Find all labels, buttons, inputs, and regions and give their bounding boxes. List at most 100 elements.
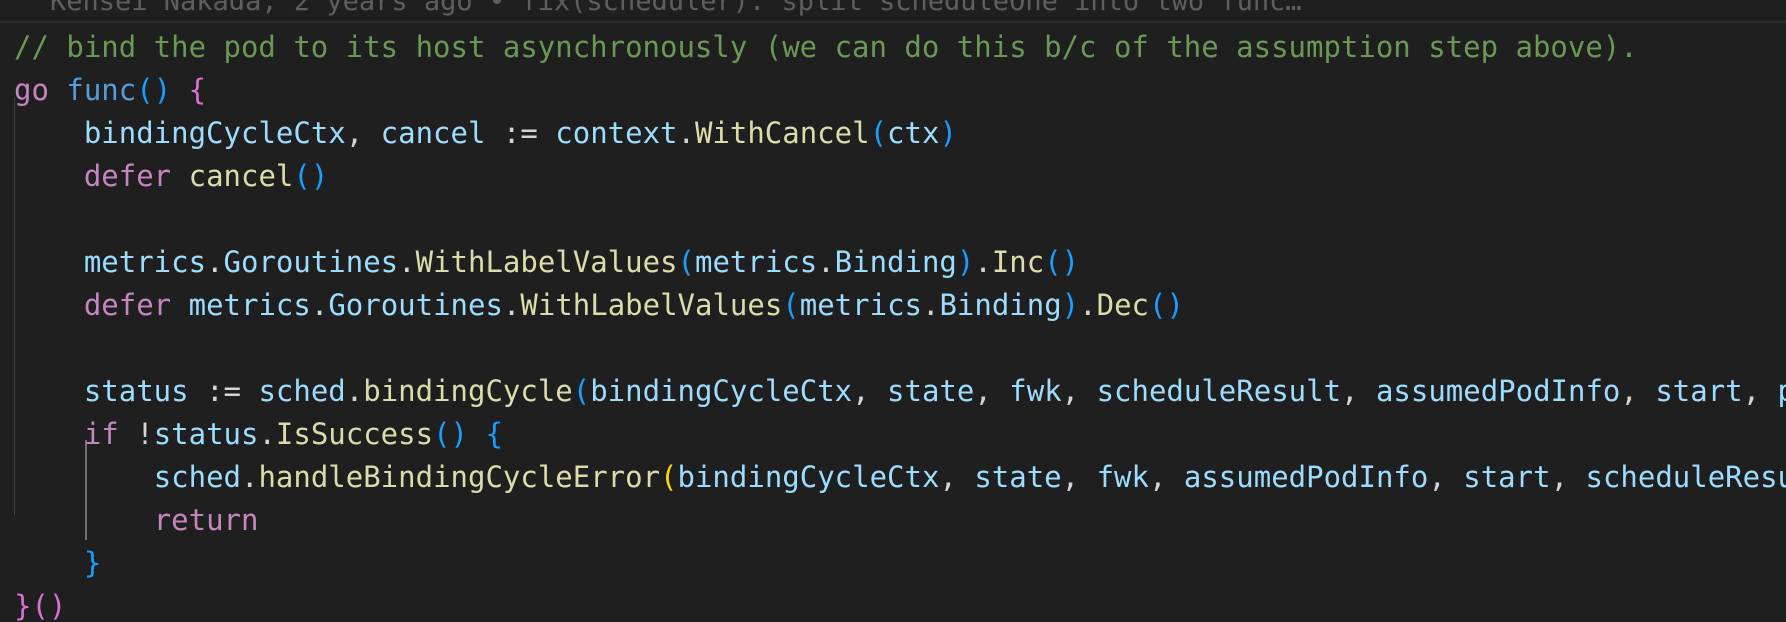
code-token: () — [1149, 288, 1184, 322]
code-token: sched — [153, 460, 241, 494]
code-line[interactable]: metrics.Goroutines.WithLabelValues(metri… — [14, 241, 1079, 284]
code-token: metrics — [799, 288, 922, 322]
code-token: IsSuccess — [275, 417, 434, 451]
code-token: () — [136, 73, 172, 107]
code-token: , — [1341, 374, 1376, 408]
code-token: status — [153, 417, 259, 451]
code-token: , — [1061, 374, 1097, 408]
code-line[interactable]: // bind the pod to its host asynchronous… — [14, 26, 1638, 69]
code-token: status — [83, 374, 189, 408]
code-token: Binding — [939, 288, 1062, 322]
code-line[interactable]: defer cancel() — [14, 155, 328, 198]
code-token: Dec — [1096, 288, 1149, 322]
code-line[interactable]: return — [14, 499, 259, 542]
code-token: () — [433, 417, 468, 451]
code-token: return — [153, 503, 259, 537]
code-line[interactable]: sched.handleBindingCycleError(bindingCyc… — [14, 456, 1786, 499]
code-editor[interactable]: Kensei Nakada, 2 years ago • fix(schedul… — [0, 0, 1786, 622]
code-token: := — [485, 116, 556, 150]
code-token: ) — [1061, 288, 1080, 322]
code-token: . — [974, 245, 992, 279]
code-token: fwk — [1096, 460, 1149, 494]
code-token: { — [485, 417, 503, 451]
code-token: bindingCycleCtx — [83, 116, 346, 150]
code-token: ( — [677, 245, 695, 279]
code-token: ) — [956, 245, 975, 279]
code-token: , — [1061, 460, 1097, 494]
code-token: . — [398, 245, 416, 279]
code-token: . — [921, 288, 940, 322]
code-token: metrics — [188, 288, 311, 322]
code-token: , — [939, 460, 975, 494]
code-token: , — [1148, 460, 1184, 494]
code-token: Inc — [991, 245, 1045, 279]
code-token: Goroutines — [223, 245, 399, 279]
code-line[interactable]: status := sched.bindingCycle(bindingCycl… — [14, 370, 1786, 413]
code-token: . — [817, 245, 835, 279]
code-token: bindingCycleCtx — [590, 374, 853, 408]
code-line[interactable]: }() — [14, 585, 66, 622]
code-token: state — [974, 460, 1062, 494]
code-token: . — [677, 116, 695, 150]
code-token: start — [1463, 460, 1551, 494]
code-token: , — [1620, 374, 1656, 408]
code-line[interactable]: } — [14, 542, 101, 585]
code-token: ( — [660, 460, 678, 494]
code-token: start — [1655, 374, 1743, 408]
code-token: go — [14, 73, 49, 107]
code-line[interactable]: go func() { — [14, 69, 206, 112]
code-token: metrics — [694, 245, 818, 279]
code-token: WithLabelValues — [520, 288, 783, 322]
code-token: WithCancel — [694, 116, 870, 150]
sticky-scroll-separator — [0, 21, 1786, 23]
code-token: ! — [118, 417, 154, 451]
code-token: cancel — [380, 116, 486, 150]
code-token: } — [14, 589, 32, 622]
code-token: assumedPodInfo — [1183, 460, 1429, 494]
code-token: Binding — [834, 245, 957, 279]
code-token: context — [555, 116, 678, 150]
code-token: , — [1742, 374, 1778, 408]
code-token: if — [83, 417, 119, 451]
code-token: () — [1044, 245, 1080, 279]
code-token: bindingCycle — [363, 374, 573, 408]
code-token: scheduleResult — [1096, 374, 1342, 408]
code-token: { — [188, 73, 207, 107]
code-token: ( — [572, 374, 591, 408]
code-token: ( — [869, 116, 888, 150]
code-token: cancel — [188, 159, 294, 193]
code-token: . — [241, 460, 259, 494]
code-token: , — [974, 374, 1010, 408]
code-token: . — [502, 288, 521, 322]
code-line[interactable]: defer metrics.Goroutines.WithLabelValues… — [14, 284, 1184, 327]
code-line[interactable]: bindingCycleCtx, cancel := context.WithC… — [14, 112, 957, 155]
code-token: , — [852, 374, 888, 408]
code-token: ( — [782, 288, 800, 322]
code-token: handleBindingCycleError — [258, 460, 661, 494]
code-token: , — [1550, 460, 1586, 494]
code-token: scheduleResu — [1585, 460, 1786, 494]
code-token: defer — [83, 159, 172, 193]
code-token: metrics — [83, 245, 207, 279]
code-token: := — [188, 374, 259, 408]
code-token: defer — [83, 288, 172, 322]
code-token: . — [258, 417, 276, 451]
code-line[interactable]: if !status.IsSuccess() { — [14, 413, 503, 456]
code-token: state — [887, 374, 975, 408]
code-token: WithLabelValues — [415, 245, 678, 279]
code-token: bindingCycleCtx — [677, 460, 940, 494]
code-token: assumedPodInfo — [1375, 374, 1621, 408]
